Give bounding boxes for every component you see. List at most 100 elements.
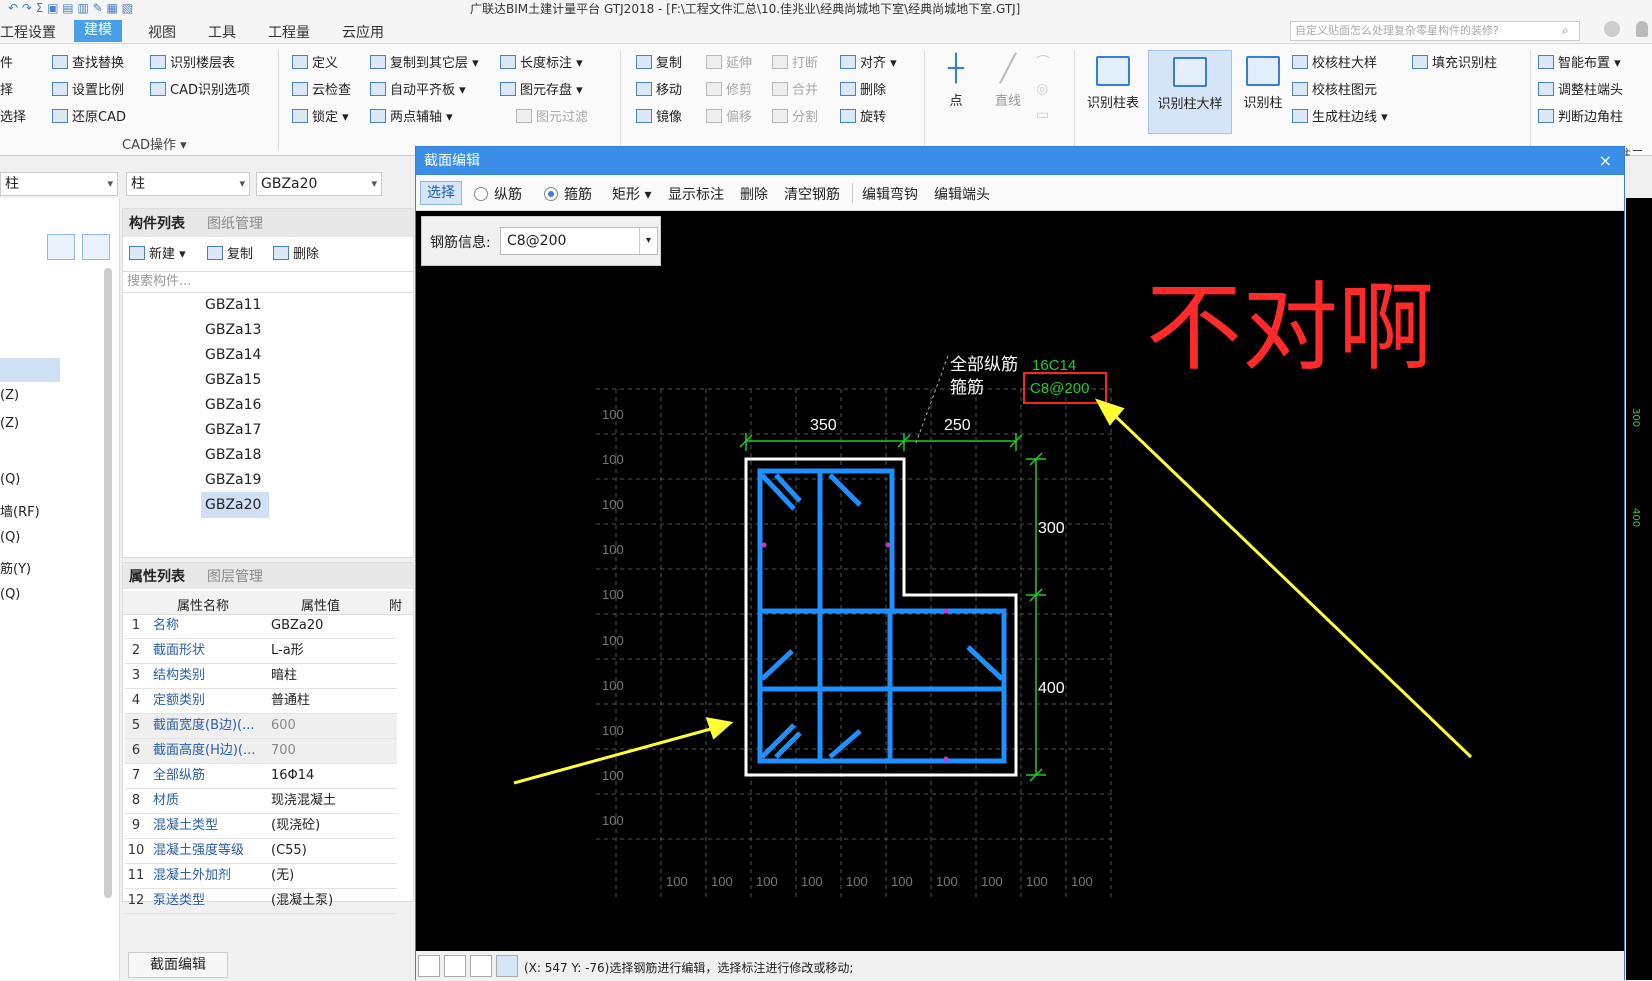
merge-button[interactable]: 合并: [772, 79, 818, 98]
draw-point-button[interactable]: ┼ 点: [932, 54, 980, 109]
snap-toggle-icon[interactable]: [444, 955, 466, 977]
define-button[interactable]: 定义: [292, 52, 338, 71]
table-row[interactable]: 10 混凝土强度等级 (C55): [125, 839, 397, 864]
quick-access-icons[interactable]: ↶ ↷ Σ ▣ ▤ ▥ ✎ ▦ ▧: [8, 1, 288, 15]
new-component-button[interactable]: 新建 ▾: [129, 243, 186, 262]
mirror-button[interactable]: 镜像: [636, 106, 682, 125]
tree-item[interactable]: 筋(Y): [0, 558, 31, 577]
tree-item[interactable]: (Z): [0, 416, 19, 431]
fill-recognize-column-button[interactable]: 填充识别柱: [1412, 52, 1497, 71]
bell-icon[interactable]: [1636, 21, 1648, 37]
edit-end-button[interactable]: 编辑端头: [934, 184, 990, 204]
recognize-column-detail-button[interactable]: 识别柱大样: [1148, 50, 1232, 134]
break-button[interactable]: 打断: [772, 52, 818, 71]
length-dim-button[interactable]: 长度标注 ▾: [500, 52, 583, 71]
shape-dropdown[interactable]: 矩形 ▾: [612, 184, 651, 204]
table-row[interactable]: 9 混凝土类型 (现浇砼): [125, 814, 397, 839]
list-view-icon[interactable]: [47, 234, 75, 260]
edit-hook-button[interactable]: 编辑弯钩: [862, 184, 918, 204]
component-selector[interactable]: GBZa20: [256, 172, 382, 196]
tree-item[interactable]: 墙(RF): [0, 501, 40, 520]
axis-toggle-icon[interactable]: [470, 955, 492, 977]
tab-layer-manage[interactable]: 图层管理: [207, 566, 263, 586]
table-row[interactable]: 12 泵送类型 (混凝土泵): [125, 889, 397, 914]
cloud-check-button[interactable]: 云检查: [292, 79, 351, 98]
tab-property-list[interactable]: 属性列表: [129, 566, 185, 586]
help-search-input[interactable]: 自定义贴面怎么处理复杂零星构件的装修?: [1290, 21, 1580, 41]
detail-view-icon[interactable]: [82, 234, 110, 260]
chevron-down-icon[interactable]: ▾: [639, 228, 657, 254]
stirrups[interactable]: [757, 468, 1007, 764]
tree-item[interactable]: (Q): [0, 530, 20, 545]
adjust-column-end-button[interactable]: 调整柱端头: [1538, 79, 1623, 98]
menu-tools[interactable]: 工具: [208, 22, 236, 42]
find-replace-button[interactable]: 查找替换: [52, 52, 124, 71]
list-item[interactable]: GBZa18: [205, 447, 261, 463]
check-column-detail-button[interactable]: 校核柱大样: [1292, 52, 1377, 71]
type-selector-2[interactable]: 柱: [126, 172, 250, 196]
table-row[interactable]: 8 材质 现浇混凝土: [125, 789, 397, 814]
list-item[interactable]: GBZa13: [205, 322, 261, 338]
radio-longitudinal[interactable]: 纵筋: [474, 184, 522, 204]
close-icon[interactable]: ×: [1599, 147, 1612, 175]
list-item[interactable]: GBZa11: [205, 297, 261, 313]
component-search-input[interactable]: 搜索构件...: [123, 271, 413, 293]
tab-component-list[interactable]: 构件列表: [129, 213, 185, 233]
radio-stirrup[interactable]: 箍筋: [544, 184, 592, 204]
menu-modeling[interactable]: 建模: [74, 20, 122, 42]
extend-button[interactable]: 延伸: [706, 52, 752, 71]
tree-scrollbar[interactable]: [104, 268, 112, 898]
judge-corner-column-button[interactable]: 判断边角柱: [1538, 106, 1623, 125]
restore-cad-button[interactable]: 还原CAD: [52, 106, 126, 125]
auto-flush-button[interactable]: 自动平齐板 ▾: [370, 79, 466, 98]
menu-project-settings[interactable]: 工程设置: [0, 22, 56, 42]
section-canvas[interactable]: 100 100 100 100 100 100 100 100 100 100 …: [416, 211, 1624, 951]
list-item[interactable]: GBZa17: [205, 422, 261, 438]
list-item-selected[interactable]: GBZa20: [205, 497, 261, 513]
table-row[interactable]: 7 全部纵筋 16Φ14: [125, 764, 397, 789]
select-tool-button[interactable]: 选择: [420, 181, 462, 205]
copy-button[interactable]: 复制: [636, 52, 682, 71]
ribbon-cut-2[interactable]: 择: [0, 79, 13, 98]
tab-drawing-manage[interactable]: 图纸管理: [207, 213, 263, 233]
split-button[interactable]: 分割: [772, 106, 818, 125]
user-icon[interactable]: [1604, 21, 1620, 37]
list-item[interactable]: GBZa16: [205, 397, 261, 413]
check-column-element-button[interactable]: 校核柱图元: [1292, 79, 1377, 98]
menu-view[interactable]: 视图: [148, 22, 176, 42]
search-icon[interactable]: ⌕: [1562, 23, 1569, 38]
table-row[interactable]: 6 截面高度(H边)(... 700: [125, 739, 397, 764]
rotate-button[interactable]: 旋转: [840, 106, 886, 125]
element-filter-button[interactable]: 图元过滤: [516, 106, 588, 125]
list-item[interactable]: GBZa19: [205, 472, 261, 488]
ribbon-delete-button[interactable]: 删除: [840, 79, 886, 98]
menu-cloud[interactable]: 云应用: [342, 22, 384, 42]
table-row[interactable]: 1 名称 GBZa20: [125, 614, 397, 639]
offset-button[interactable]: 偏移: [706, 106, 752, 125]
tree-item[interactable]: (Q): [0, 587, 20, 602]
delete-component-button[interactable]: 删除: [273, 243, 319, 262]
table-row[interactable]: 5 截面宽度(B边)(... 600: [125, 714, 397, 739]
align-button[interactable]: 对齐 ▾: [840, 52, 897, 71]
list-item[interactable]: GBZa14: [205, 347, 261, 363]
rebar-info-input[interactable]: C8@200 ▾: [500, 227, 658, 255]
ortho-toggle-icon[interactable]: [418, 955, 440, 977]
lock-button[interactable]: 锁定 ▾: [292, 106, 349, 125]
cad-ops-caption[interactable]: CAD操作 ▾: [122, 134, 187, 153]
tree-selected-row[interactable]: [0, 358, 60, 382]
trim-button[interactable]: 修剪: [706, 79, 752, 98]
list-item[interactable]: GBZa15: [205, 372, 261, 388]
recognize-floor-table-button[interactable]: 识别楼层表: [150, 52, 235, 71]
section-edit-tab[interactable]: 截面编辑: [128, 952, 228, 978]
tree-item[interactable]: (Z): [0, 388, 19, 403]
recognize-column-table-button[interactable]: 识别柱表: [1080, 52, 1146, 134]
tree-item[interactable]: (Q): [0, 472, 20, 487]
table-row[interactable]: 3 结构类别 暗柱: [125, 664, 397, 689]
copy-to-layer-button[interactable]: 复制到其它层 ▾: [370, 52, 479, 71]
save-elements-button[interactable]: 图元存盘 ▾: [500, 79, 583, 98]
type-selector-1[interactable]: 柱: [0, 172, 118, 196]
table-row[interactable]: 11 混凝土外加剂 (无): [125, 864, 397, 889]
set-scale-button[interactable]: 设置比例: [52, 79, 124, 98]
ribbon-cut-1[interactable]: 件: [0, 52, 13, 71]
show-label-button[interactable]: 显示标注: [668, 184, 724, 204]
